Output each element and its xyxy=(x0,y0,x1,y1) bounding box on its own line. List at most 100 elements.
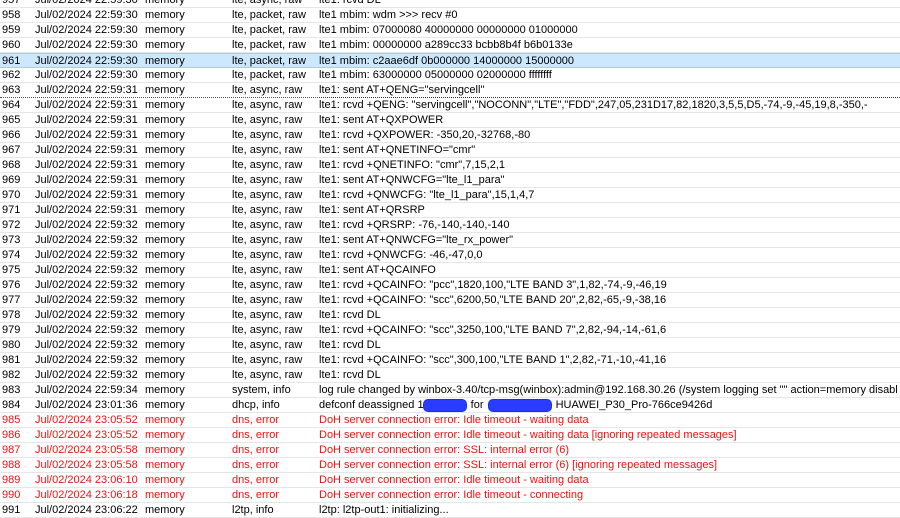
log-entry-buffer: memory xyxy=(145,114,185,126)
log-row[interactable]: 978 Jul/02/2024 22:59:32 memory lte, async,… xyxy=(0,308,900,323)
log-entry-number: 960 xyxy=(2,39,21,51)
log-entry-number: 957 xyxy=(2,0,21,6)
log-entry-number: 983 xyxy=(2,384,21,396)
log-entry-message: lte1: rcvd +QNWCFG: "lte_l1_para",15,1,4… xyxy=(319,189,535,201)
log-row[interactable]: 958 Jul/02/2024 22:59:30 memory lte, packet… xyxy=(0,8,900,23)
log-row[interactable]: 980 Jul/02/2024 22:59:32 memory lte, async,… xyxy=(0,338,900,353)
log-entry-message: defconf deassigned 1 for HUAWEI_P30_Pro-… xyxy=(319,398,898,412)
log-row[interactable]: 988 Jul/02/2024 23:05:58 memory dns, error D… xyxy=(0,458,900,473)
log-entry-number: 966 xyxy=(2,129,21,141)
log-entry-topics: lte, async, raw xyxy=(232,219,303,231)
log-entry-number: 971 xyxy=(2,204,21,216)
log-row[interactable]: 989 Jul/02/2024 23:06:10 memory dns, error D… xyxy=(0,473,900,488)
log-entry-number: 973 xyxy=(2,234,21,246)
log-entry-time: Jul/02/2024 23:05:58 xyxy=(35,444,138,456)
log-row[interactable]: 969 Jul/02/2024 22:59:31 memory lte, async,… xyxy=(0,173,900,188)
log-row[interactable]: 982 Jul/02/2024 22:59:32 memory lte, async,… xyxy=(0,368,900,383)
log-entry-buffer: memory xyxy=(145,9,185,21)
log-entry-message: lte1: sent AT+QCAINFO xyxy=(319,264,436,276)
log-entry-time: Jul/02/2024 22:59:34 xyxy=(35,384,138,396)
log-entry-number: 982 xyxy=(2,369,21,381)
log-entry-time: Jul/02/2024 22:59:32 xyxy=(35,369,138,381)
log-entry-number: 978 xyxy=(2,309,21,321)
log-row[interactable]: 965 Jul/02/2024 22:59:31 memory lte, async,… xyxy=(0,113,900,128)
log-entry-buffer: memory xyxy=(145,219,185,231)
log-row[interactable]: 986 Jul/02/2024 23:05:52 memory dns, error D… xyxy=(0,428,900,443)
log-entry-time: Jul/02/2024 22:59:31 xyxy=(35,174,138,186)
log-entry-time: Jul/02/2024 22:59:31 xyxy=(35,114,138,126)
log-row[interactable]: 976 Jul/02/2024 22:59:32 memory lte, async,… xyxy=(0,278,900,293)
log-entry-number: 965 xyxy=(2,114,21,126)
log-row[interactable]: 964 Jul/02/2024 22:59:31 memory lte, async,… xyxy=(0,98,900,113)
log-entry-message: l2tp: l2tp-out1: initializing... xyxy=(319,504,449,516)
log-entry-message: lte1: rcvd +QCAINFO: "scc",300,100,"LTE … xyxy=(319,354,667,366)
log-row[interactable]: 981 Jul/02/2024 22:59:32 memory lte, async,… xyxy=(0,353,900,368)
log-entry-buffer: memory xyxy=(145,55,185,67)
log-entry-time: Jul/02/2024 22:59:30 xyxy=(35,24,138,36)
log-entry-number: 976 xyxy=(2,279,21,291)
log-entry-message: lte1: rcvd +QCAINFO: "scc",6200,50,"LTE … xyxy=(319,294,667,306)
log-entry-time: Jul/02/2024 22:59:32 xyxy=(35,234,138,246)
log-entry-topics: lte, async, raw xyxy=(232,204,303,216)
log-entry-message: DoH server connection error: SSL: intern… xyxy=(319,444,570,456)
log-row[interactable]: 960 Jul/02/2024 22:59:30 memory lte, packet… xyxy=(0,38,900,53)
log-row[interactable]: 983 Jul/02/2024 22:59:34 memory system, inf… xyxy=(0,383,900,398)
log-entry-buffer: memory xyxy=(145,459,185,471)
log-entry-time: Jul/02/2024 23:05:52 xyxy=(35,429,138,441)
log-row[interactable]: 970 Jul/02/2024 22:59:31 memory lte, async,… xyxy=(0,188,900,203)
log-entry-time: Jul/02/2024 22:59:31 xyxy=(35,84,138,96)
log-entry-number: 959 xyxy=(2,24,21,36)
log-entry-topics: lte, async, raw xyxy=(232,339,303,351)
log-entry-time: Jul/02/2024 22:59:32 xyxy=(35,294,138,306)
log-entry-message: lte1: rcvd DL xyxy=(319,0,381,6)
log-entry-number: 980 xyxy=(2,339,21,351)
log-entry-message: lte1: sent AT+QXPOWER xyxy=(319,114,444,126)
log-entry-time: Jul/02/2024 22:59:31 xyxy=(35,204,138,216)
log-entry-time: Jul/02/2024 23:05:58 xyxy=(35,459,138,471)
log-row[interactable]: 966 Jul/02/2024 22:59:31 memory lte, async,… xyxy=(0,128,900,143)
log-row[interactable]: 962 Jul/02/2024 22:59:30 memory lte, packet… xyxy=(0,68,900,83)
log-row[interactable]: 972 Jul/02/2024 22:59:32 memory lte, async,… xyxy=(0,218,900,233)
log-row[interactable]: 975 Jul/02/2024 22:59:32 memory lte, async,… xyxy=(0,263,900,278)
log-entry-buffer: memory xyxy=(145,129,185,141)
log-row[interactable]: 963 Jul/02/2024 22:59:31 memory lte, async,… xyxy=(0,83,900,98)
log-entry-topics: lte, async, raw xyxy=(232,174,303,186)
log-entry-buffer: memory xyxy=(145,39,185,51)
log-row[interactable]: 968 Jul/02/2024 22:59:31 memory lte, async,… xyxy=(0,158,900,173)
log-row[interactable]: 984 Jul/02/2024 23:01:36 memory dhcp, info d… xyxy=(0,398,900,413)
log-entry-message: lte1 mbim: wdm >>> recv #0 xyxy=(319,9,458,21)
log-row[interactable]: 977 Jul/02/2024 22:59:32 memory lte, async,… xyxy=(0,293,900,308)
log-entry-message: lte1 mbim: c2aae6df 0b000000 14000000 15… xyxy=(319,55,575,67)
log-row[interactable]: 990 Jul/02/2024 23:06:18 memory dns, error D… xyxy=(0,488,900,503)
log-entry-buffer: memory xyxy=(145,414,185,426)
log-entry-buffer: memory xyxy=(145,69,185,81)
log-entry-message: log rule changed by winbox-3.40/tcp-msg(… xyxy=(319,384,898,396)
log-entry-message: lte1: rcvd +QNETINFO: "cmr",7,15,2,1 xyxy=(319,159,506,171)
log-entry-message: DoH server connection error: Idle timeou… xyxy=(319,429,737,441)
log-entry-number: 979 xyxy=(2,324,21,336)
log-entry-buffer: memory xyxy=(145,159,185,171)
log-entry-buffer: memory xyxy=(145,174,185,186)
log-row[interactable]: 959 Jul/02/2024 22:59:30 memory lte, packet… xyxy=(0,23,900,38)
log-row[interactable]: 985 Jul/02/2024 23:05:52 memory dns, error D… xyxy=(0,413,900,428)
log-entry-topics: lte, async, raw xyxy=(232,84,303,96)
log-entry-time: Jul/02/2024 22:59:32 xyxy=(35,324,138,336)
log-row[interactable]: 957 Jul/02/2024 22:59:30 memory lte, async,… xyxy=(0,0,900,8)
log-row[interactable]: 991 Jul/02/2024 23:06:22 memory l2tp, info l… xyxy=(0,503,900,518)
log-entry-number: 970 xyxy=(2,189,21,201)
log-entry-topics: lte, packet, raw xyxy=(232,55,306,67)
log-row[interactable]: 961 Jul/02/2024 22:59:30 memory lte, packet… xyxy=(0,53,900,68)
log-row[interactable]: 967 Jul/02/2024 22:59:31 memory lte, async,… xyxy=(0,143,900,158)
log-row[interactable]: 979 Jul/02/2024 22:59:32 memory lte, async,… xyxy=(0,323,900,338)
log-entry-topics: lte, packet, raw xyxy=(232,24,306,36)
log-entry-topics: lte, async, raw xyxy=(232,129,303,141)
log-row[interactable]: 973 Jul/02/2024 22:59:32 memory lte, async,… xyxy=(0,233,900,248)
log-entry-message: DoH server connection error: Idle timeou… xyxy=(319,474,589,486)
log-entry-topics: l2tp, info xyxy=(232,504,274,516)
log-row[interactable]: 987 Jul/02/2024 23:05:58 memory dns, error D… xyxy=(0,443,900,458)
log-entry-buffer: memory xyxy=(145,474,185,486)
log-entry-number: 985 xyxy=(2,414,21,426)
log-row[interactable]: 974 Jul/02/2024 22:59:32 memory lte, async,… xyxy=(0,248,900,263)
log-entry-message: lte1: rcvd +QCAINFO: "pcc",1820,100,"LTE… xyxy=(319,279,667,291)
log-row[interactable]: 971 Jul/02/2024 22:59:31 memory lte, async,… xyxy=(0,203,900,218)
